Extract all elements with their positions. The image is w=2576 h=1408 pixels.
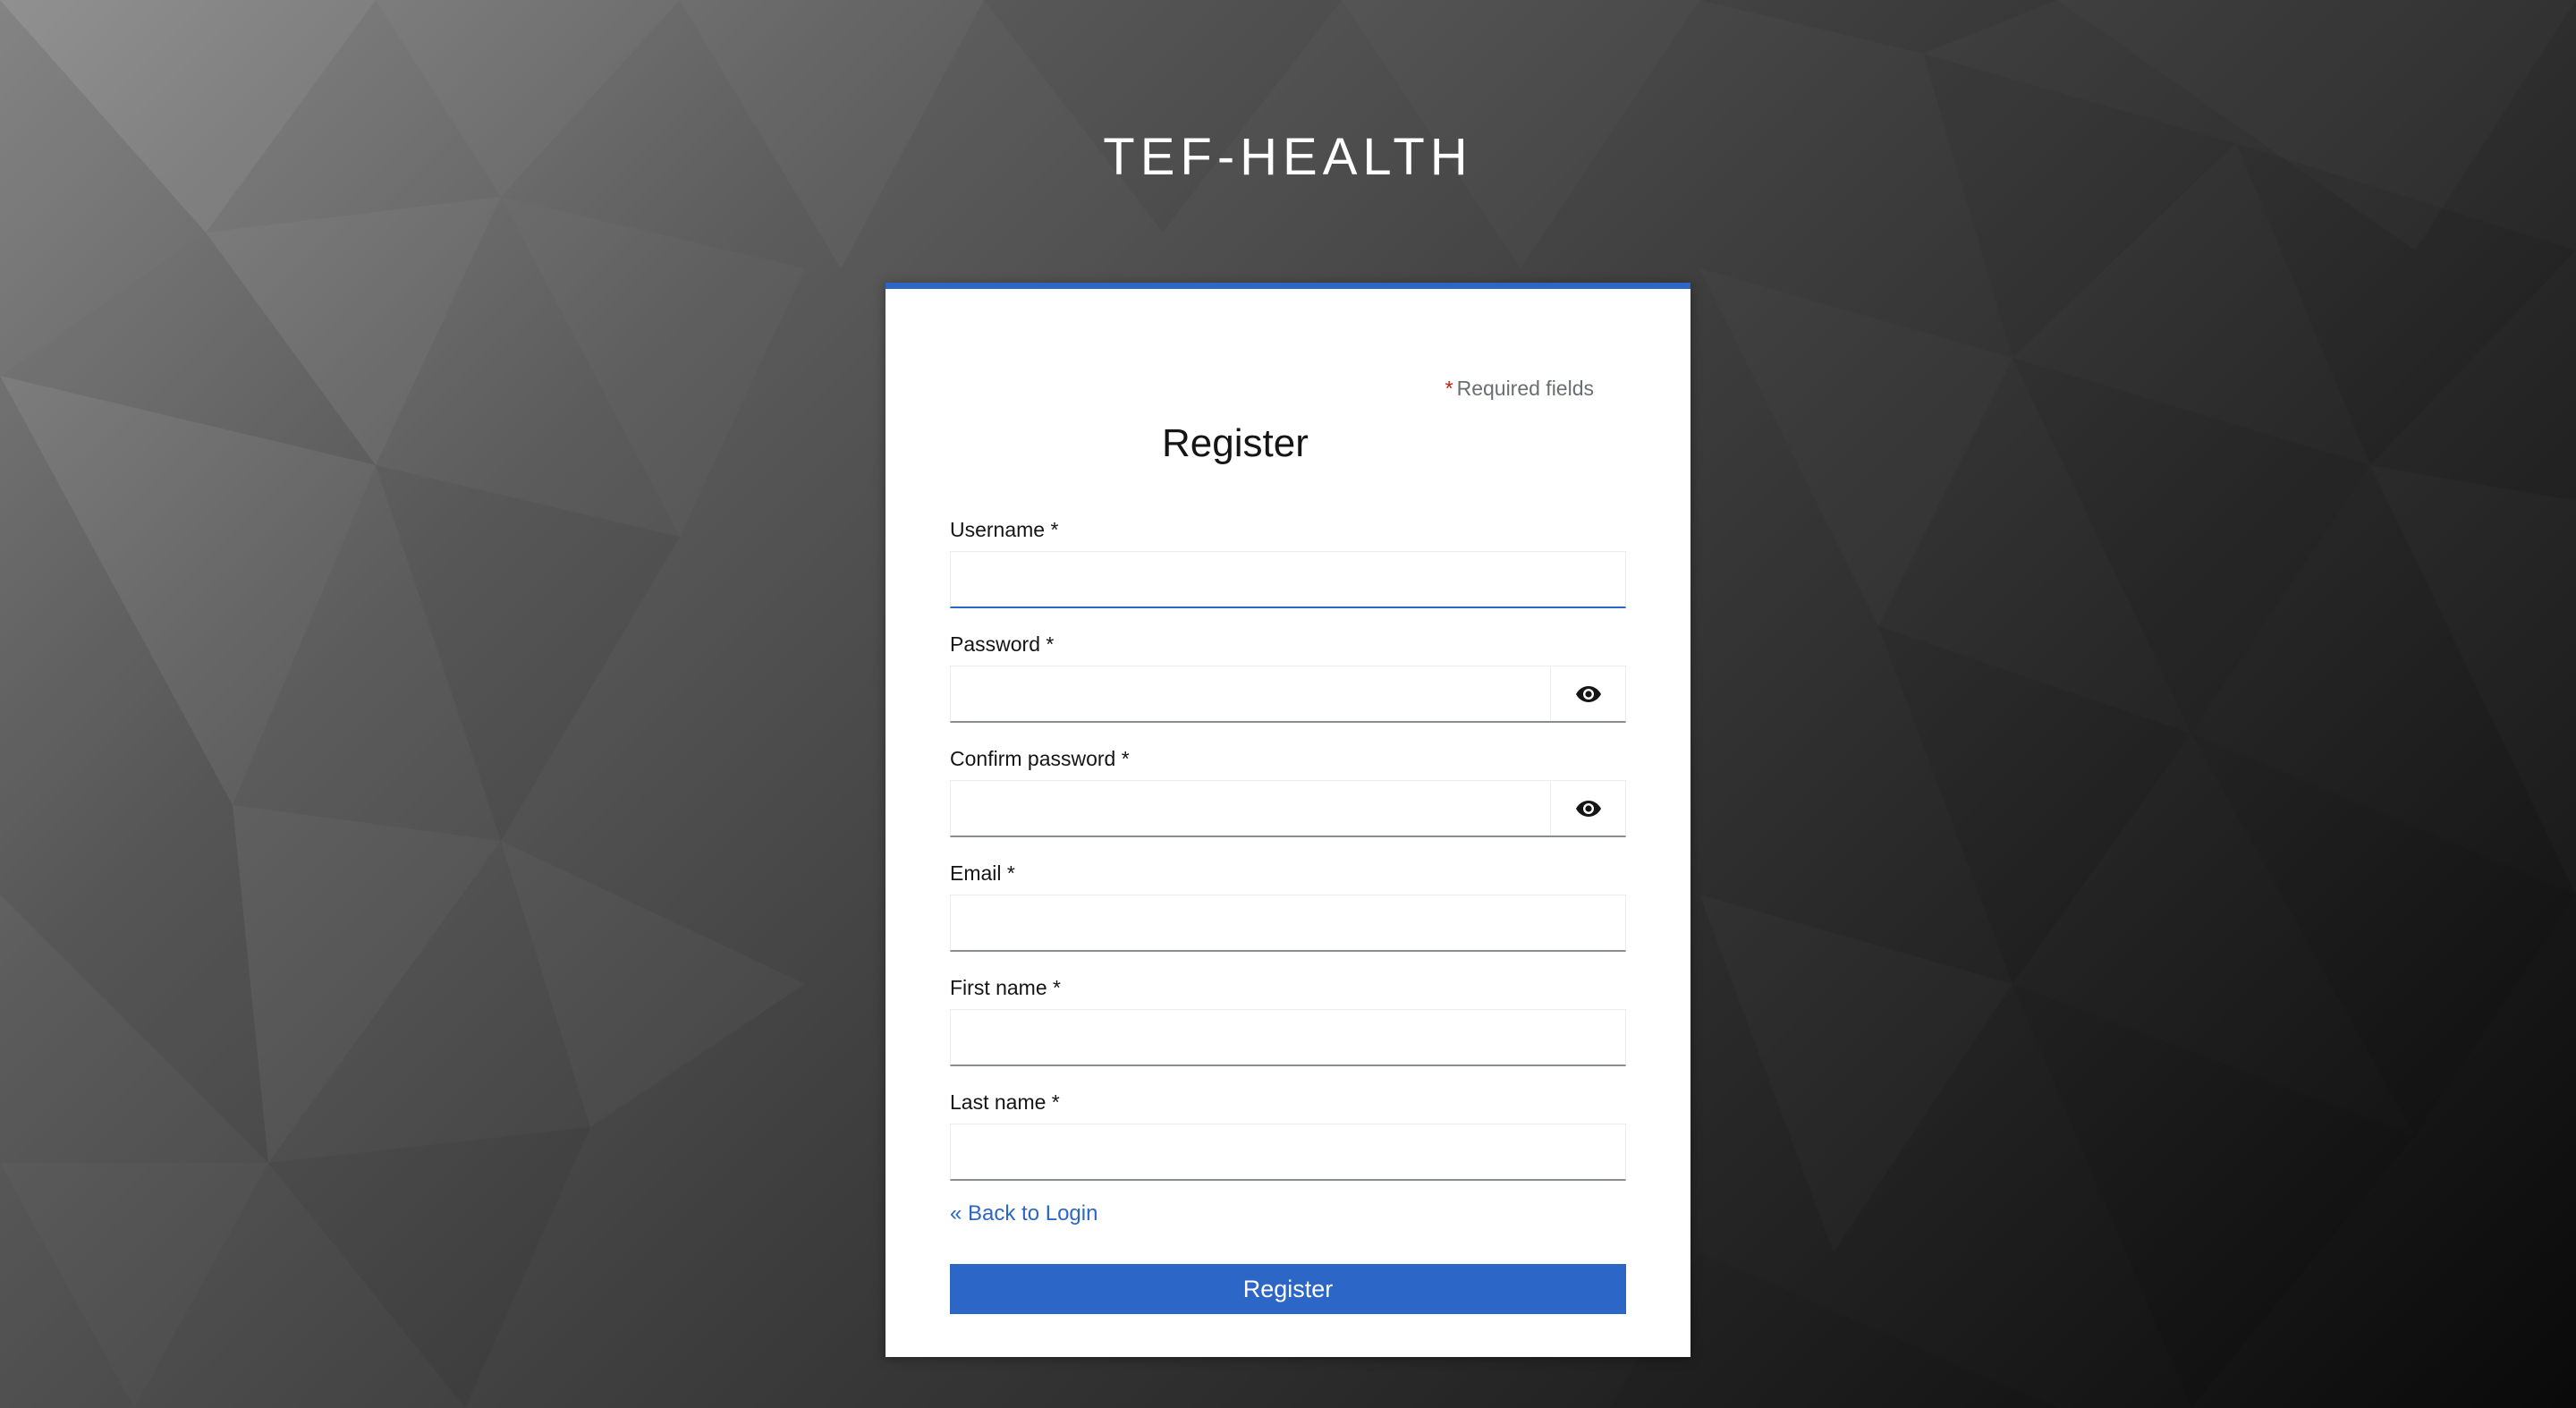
brand-title: TEF-HEALTH [1103,128,1473,186]
email-field: Email * [950,861,1626,952]
password-label: Password * [950,632,1055,656]
first-name-input[interactable] [951,1010,1625,1064]
last-name-label: Last name * [950,1090,1060,1114]
register-button[interactable]: Register [950,1264,1626,1314]
last-name-field: Last name * [950,1090,1626,1181]
first-name-label: First name * [950,976,1061,999]
confirm-password-label: Confirm password * [950,747,1130,770]
required-fields-text: Required fields [1456,377,1594,400]
required-star: * [1445,377,1453,400]
email-input-wrap [950,895,1626,952]
email-label: Email * [950,861,1015,885]
eye-icon [1575,685,1601,702]
last-name-input-wrap [950,1124,1626,1181]
show-password-button[interactable] [1550,666,1625,721]
email-input[interactable] [951,895,1625,950]
confirm-password-field: Confirm password * [950,746,1626,837]
first-name-input-wrap [950,1009,1626,1066]
confirm-password-input-wrap [950,780,1626,837]
page-title: Register [1162,421,1309,465]
password-input-wrap [950,666,1626,723]
username-input-wrap [950,551,1626,608]
password-field: Password * [950,632,1626,723]
confirm-password-input[interactable] [951,781,1550,835]
username-input[interactable] [951,552,1625,606]
back-to-login-link[interactable]: « Back to Login [950,1201,1097,1226]
username-field: Username * [950,517,1626,608]
username-label: Username * [950,518,1059,541]
required-fields-note: * Required fields [1445,377,1594,401]
first-name-field: First name * [950,975,1626,1066]
register-card: * Required fields Register Username * Pas… [886,283,1690,1357]
password-input[interactable] [951,666,1550,721]
last-name-input[interactable] [951,1124,1625,1179]
eye-icon [1575,800,1601,817]
show-confirm-password-button[interactable] [1550,781,1625,835]
